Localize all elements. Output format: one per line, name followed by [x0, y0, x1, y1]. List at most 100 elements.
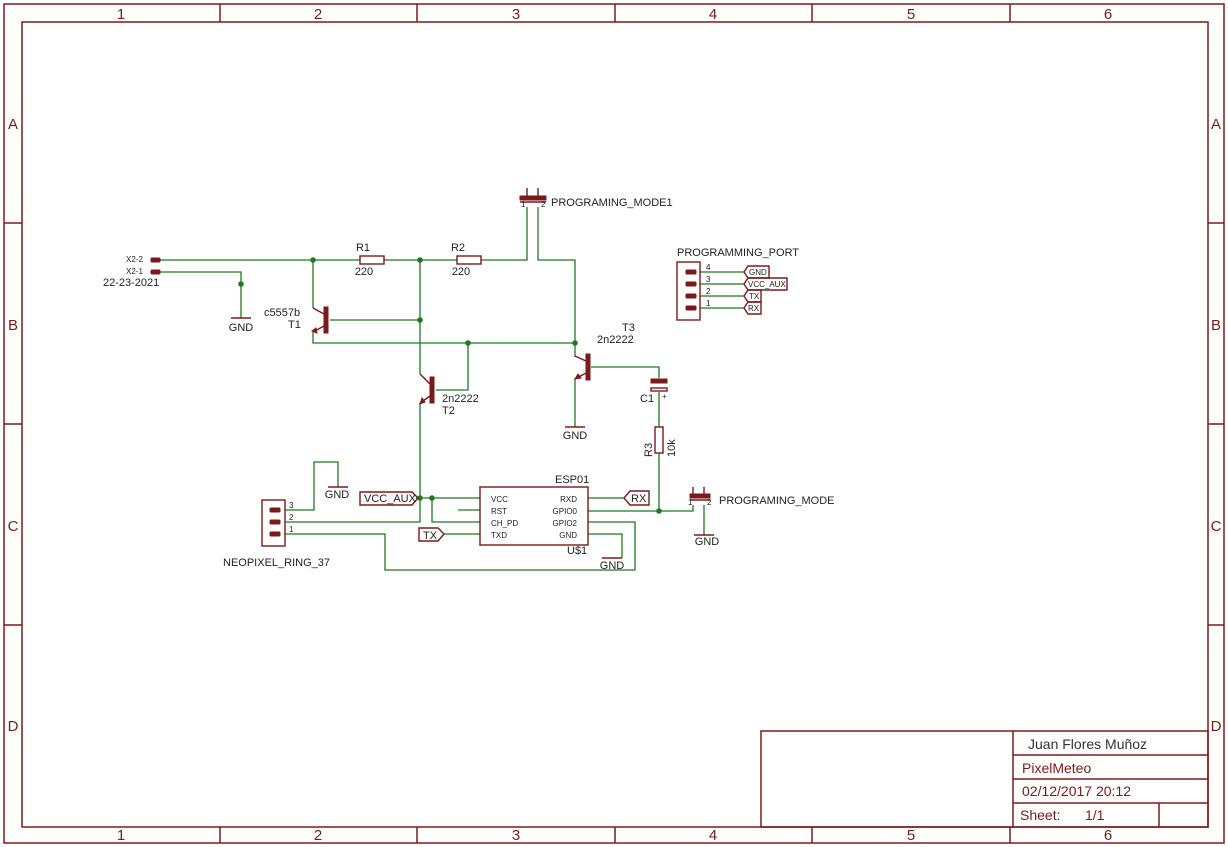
- gnd-label-t3: GND: [563, 430, 588, 442]
- gnd-label-prog-mode: GND: [695, 536, 720, 548]
- net-vcc-aux-label: VCC_AUX: [364, 493, 417, 505]
- jumper1-pin2: 2: [541, 200, 546, 209]
- gnd-symbol-t3: GND: [563, 426, 588, 442]
- esp-pin-txd: TXD: [491, 531, 507, 540]
- col-1-top: 1: [117, 6, 125, 23]
- x2-pin1-label: X2-1: [126, 267, 143, 276]
- port-pin-2: 2: [706, 287, 711, 296]
- t2-value: 2n2222: [442, 393, 479, 405]
- jumper1-pin1: 1: [521, 200, 526, 209]
- title-author: Juan Flores Muñoz: [1028, 736, 1147, 752]
- port-net-vcc-aux: VCC_AUX: [748, 280, 786, 289]
- row-c-left: C: [8, 518, 19, 535]
- esp-pin-gpio2: GPIO2: [553, 519, 578, 528]
- port-pin-4: 4: [706, 263, 711, 272]
- gnd-symbol-esp: GND: [600, 557, 625, 572]
- drawing-frame: [3, 3, 1225, 844]
- capacitor-c1: C1 +: [640, 378, 668, 405]
- t2-name: T2: [442, 405, 455, 417]
- jumper2-pin2: 2: [707, 498, 712, 507]
- net-flag-rx: RX: [623, 490, 650, 506]
- gnd-label-x2: GND: [229, 322, 254, 334]
- esp-pin-gnd: GND: [559, 531, 577, 540]
- prog-mode-label: PROGRAMING_MODE: [719, 495, 835, 507]
- row-labels-left: A B C D: [8, 116, 19, 735]
- port-pin-3: 3: [706, 275, 711, 284]
- esp-pin-ch-pd: CH_PD: [491, 519, 518, 528]
- neo-pin-2: 2: [289, 513, 294, 522]
- gnd-label-neopixel: GND: [325, 489, 350, 501]
- col-1-bottom: 1: [117, 827, 125, 844]
- title-block: Juan Flores Muñoz PixelMeteo 02/12/2017 …: [760, 730, 1209, 828]
- neo-pin-3: 3: [289, 501, 294, 510]
- gnd-symbol-prog-mode: GND: [694, 534, 720, 548]
- neo-pin-1: 1: [289, 525, 294, 534]
- r2-value: 220: [452, 266, 470, 278]
- esp01-module: ESP01 U$1 VCC RST CH_PD TXD RXD GPIO0 GP…: [479, 474, 589, 557]
- col-2-bottom: 2: [314, 827, 322, 844]
- t1-name: T1: [288, 319, 301, 331]
- r3-value: 10k: [666, 439, 678, 457]
- row-a-left: A: [8, 116, 18, 133]
- col-4-top: 4: [709, 6, 717, 23]
- title-sheet-value: 1/1: [1085, 807, 1105, 823]
- col-5-bottom: 5: [907, 827, 915, 844]
- t3-value: 2n2222: [597, 334, 634, 346]
- row-b-left: B: [8, 317, 18, 334]
- col-4-bottom: 4: [709, 827, 717, 844]
- row-d-right: D: [1211, 718, 1222, 735]
- x2-value-label: 22-23-2021: [103, 277, 159, 289]
- port-net-gnd: GND: [749, 268, 767, 277]
- port-pin-1: 1: [706, 299, 711, 308]
- transistor-t1: c5557b T1: [264, 306, 329, 334]
- net-rx-label: RX: [631, 493, 647, 505]
- resistor-r3: R3 10k: [643, 426, 678, 457]
- title-date: 02/12/2017 20:12: [1022, 783, 1131, 799]
- prog-mode1-label: PROGRAMING_MODE1: [551, 197, 673, 209]
- gnd-label-esp: GND: [600, 560, 625, 572]
- port-net-rx: RX: [748, 304, 760, 313]
- esp-pin-vcc: VCC: [491, 495, 508, 504]
- t3-name: T3: [622, 322, 635, 334]
- transistor-t2: 2n2222 T2: [419, 373, 479, 417]
- col-3-top: 3: [512, 6, 520, 23]
- c1-plus: +: [662, 392, 667, 401]
- jumper-programing-mode1: 1 2 PROGRAMING_MODE1: [519, 188, 673, 209]
- prog-port-label: PROGRAMMING_PORT: [677, 247, 799, 259]
- x2-pin2-label: X2-2: [126, 255, 143, 264]
- row-a-right: A: [1211, 116, 1221, 133]
- col-6-top: 6: [1104, 6, 1112, 23]
- junctions: [238, 257, 662, 514]
- row-labels-right: A B C D: [1211, 116, 1222, 735]
- r1-name: R1: [356, 242, 370, 254]
- esp-pin-rst: RST: [491, 507, 507, 516]
- col-3-bottom: 3: [512, 827, 520, 844]
- port-net-tx: TX: [749, 292, 760, 301]
- t1-value: c5557b: [264, 307, 300, 319]
- title-project: PixelMeteo: [1022, 760, 1091, 776]
- neopixel-label: NEOPIXEL_RING_37: [223, 557, 330, 569]
- net-flag-tx: TX: [418, 527, 445, 542]
- col-6-bottom: 6: [1104, 827, 1112, 844]
- row-c-right: C: [1211, 518, 1222, 535]
- jumper2-pin1: 1: [688, 498, 693, 507]
- esp-pin-rxd: RXD: [560, 495, 577, 504]
- esp-pin-gpio0: GPIO0: [553, 507, 578, 516]
- net-tx-label: TX: [423, 530, 438, 542]
- r3-name: R3: [643, 443, 655, 457]
- row-b-right: B: [1211, 317, 1221, 334]
- c1-name: C1: [640, 393, 654, 405]
- r1-value: 220: [355, 266, 373, 278]
- col-2-top: 2: [314, 6, 322, 23]
- schematic-sheet: 1 2 3 4 5 6 1 2 3 4 5 6 A B C D A B C D …: [3, 3, 1225, 844]
- gnd-symbol-x2: GND: [229, 317, 254, 334]
- esp-name: ESP01: [555, 474, 589, 486]
- jumper-programing-mode: 1 2 PROGRAMING_MODE: [688, 487, 835, 507]
- r2-name: R2: [451, 242, 465, 254]
- x2-connector: X2-2 X2-1 22-23-2021: [103, 255, 161, 289]
- transistor-t3: T3 2n2222: [574, 322, 635, 381]
- esp-ref: U$1: [567, 545, 587, 557]
- net-flag-vcc-aux: VCC_AUX: [359, 491, 419, 506]
- title-sheet-label: Sheet:: [1020, 807, 1060, 823]
- gnd-symbol-neopixel: GND: [325, 486, 350, 501]
